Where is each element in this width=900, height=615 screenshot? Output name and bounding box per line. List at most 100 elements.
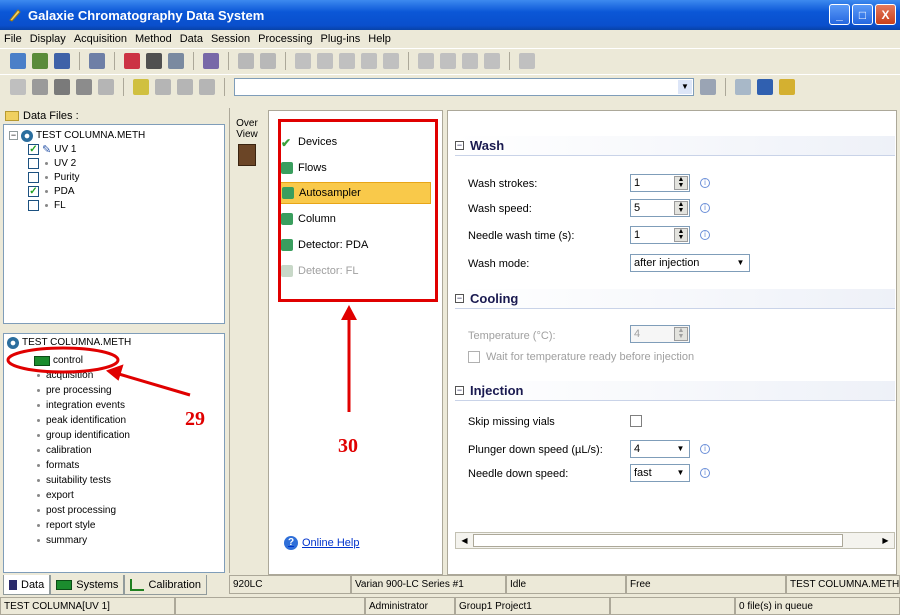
wrench-icon[interactable] xyxy=(757,78,773,95)
instrument-icon[interactable] xyxy=(238,144,256,166)
chart-icon[interactable] xyxy=(98,78,114,95)
method-item-control[interactable]: control xyxy=(34,354,83,367)
method-item[interactable]: integration events xyxy=(34,399,125,412)
tree-item-pda[interactable]: ✓ PDA xyxy=(28,185,75,198)
maximize-button[interactable]: □ xyxy=(852,4,873,25)
checkbox-checked[interactable]: ✓ xyxy=(28,144,39,155)
info-icon[interactable]: i xyxy=(700,178,710,188)
method-item[interactable]: peak identification xyxy=(34,414,126,427)
split-icon[interactable] xyxy=(361,52,377,69)
checkbox[interactable] xyxy=(28,200,39,211)
grid-icon[interactable] xyxy=(199,78,215,95)
integration-settings-icon[interactable] xyxy=(260,52,276,69)
tree-item-fl[interactable]: FL xyxy=(28,199,66,212)
undo-icon[interactable] xyxy=(519,52,535,69)
menu-plugins[interactable]: Plug-ins xyxy=(321,33,361,45)
overview-label[interactable]: Over View xyxy=(230,118,264,140)
graph-icon[interactable] xyxy=(177,78,193,95)
wash-strokes-spinner[interactable]: 1 ▲ ▼ xyxy=(630,174,690,192)
collapse-icon[interactable]: − xyxy=(9,131,18,140)
temperature-spinner[interactable]: 4 ▲ ▼ xyxy=(630,325,690,343)
scroll-left-icon[interactable]: ◀ xyxy=(457,534,472,547)
method-item[interactable]: group identification xyxy=(34,429,130,442)
bars-icon[interactable] xyxy=(133,78,149,95)
tree-item-uv2[interactable]: UV 2 xyxy=(28,157,76,170)
tree-item-purity[interactable]: Purity xyxy=(28,171,80,184)
spinner-arrows-icon[interactable]: ▲ ▼ xyxy=(674,228,688,242)
plugin-icon[interactable] xyxy=(779,78,795,95)
spinner-arrows-icon[interactable]: ▲ ▼ xyxy=(674,201,688,215)
menu-processing[interactable]: Processing xyxy=(258,33,312,45)
tab-calibration[interactable]: Calibration xyxy=(124,575,208,595)
method-item[interactable]: post processing xyxy=(34,504,116,517)
print-icon[interactable] xyxy=(146,52,162,69)
info-icon[interactable]: i xyxy=(700,230,710,240)
method-item[interactable]: report style xyxy=(34,519,95,532)
section-header-injection[interactable]: − Injection xyxy=(455,381,895,401)
open-icon[interactable] xyxy=(32,52,48,69)
cursor-mark-icon[interactable] xyxy=(462,52,478,69)
wash-mode-select[interactable]: after injection ▼ xyxy=(630,254,750,272)
collapse-icon[interactable]: − xyxy=(455,141,464,150)
menu-display[interactable]: Display xyxy=(30,33,66,45)
integration-icon[interactable] xyxy=(238,52,254,69)
online-help-link[interactable]: ? Online Help xyxy=(284,536,359,550)
wash-speed-spinner[interactable]: 5 ▲ ▼ xyxy=(630,199,690,217)
menu-data[interactable]: Data xyxy=(180,33,203,45)
method-item[interactable]: pre processing xyxy=(34,384,112,397)
method-item[interactable]: calibration xyxy=(34,444,92,457)
tree-root[interactable]: − TEST COLUMNA.METH xyxy=(9,129,145,142)
spinner-arrows-icon[interactable]: ▲ ▼ xyxy=(674,327,688,341)
section-header-wash[interactable]: − Wash xyxy=(455,136,895,156)
skip-missing-vials-checkbox[interactable] xyxy=(630,415,642,427)
minimize-button[interactable]: _ xyxy=(829,4,850,25)
tree-item-uv1[interactable]: ✓ ✎ UV 1 xyxy=(28,143,76,156)
needle-down-speed-select[interactable]: fast ▼ xyxy=(630,464,690,482)
tab-systems[interactable]: Systems xyxy=(50,575,125,595)
print-preview-icon[interactable] xyxy=(168,52,184,69)
pointer-icon[interactable] xyxy=(418,52,434,69)
tools-icon[interactable] xyxy=(735,78,751,95)
menu-file[interactable]: File xyxy=(4,33,22,45)
checkbox[interactable] xyxy=(28,158,39,169)
baseline-icon[interactable] xyxy=(339,52,355,69)
properties-icon[interactable] xyxy=(700,78,716,95)
menu-method[interactable]: Method xyxy=(135,33,172,45)
overlay-icon[interactable] xyxy=(10,78,26,95)
checkbox-checked[interactable]: ✓ xyxy=(28,186,39,197)
method-icon[interactable] xyxy=(89,52,105,69)
method-root[interactable]: TEST COLUMNA.METH xyxy=(7,336,131,349)
plunger-speed-select[interactable]: 4 ▼ xyxy=(630,440,690,458)
wait-temperature-checkbox[interactable] xyxy=(468,351,480,363)
method-item[interactable]: acquisition xyxy=(34,369,93,382)
method-item[interactable]: suitability tests xyxy=(34,474,111,487)
info-icon[interactable]: i xyxy=(700,203,710,213)
menu-help[interactable]: Help xyxy=(368,33,391,45)
menu-acquisition[interactable]: Acquisition xyxy=(74,33,127,45)
checkbox[interactable] xyxy=(28,172,39,183)
cursor-delete-icon[interactable] xyxy=(484,52,500,69)
find-icon[interactable] xyxy=(76,78,92,95)
needle-wash-time-spinner[interactable]: 1 ▲ ▼ xyxy=(630,226,690,244)
spinner-arrows-icon[interactable]: ▲ ▼ xyxy=(674,176,688,190)
tab-data[interactable]: Data xyxy=(3,575,51,595)
info-icon[interactable]: i xyxy=(700,468,710,478)
new-sequence-icon[interactable] xyxy=(10,52,26,69)
section-header-cooling[interactable]: − Cooling xyxy=(455,289,895,309)
pen-icon[interactable] xyxy=(203,52,219,69)
calculator-icon[interactable] xyxy=(54,78,70,95)
report-icon[interactable] xyxy=(124,52,140,69)
menu-session[interactable]: Session xyxy=(211,33,250,45)
close-button[interactable]: X xyxy=(875,4,896,25)
method-item[interactable]: formats xyxy=(34,459,79,472)
info-icon[interactable]: i xyxy=(700,444,710,454)
method-item[interactable]: summary xyxy=(34,534,87,547)
zoom-icon[interactable] xyxy=(295,52,311,69)
copy-icon[interactable] xyxy=(32,78,48,95)
toolbar-combo[interactable]: ▼ xyxy=(234,77,694,96)
collapse-icon[interactable]: − xyxy=(455,386,464,395)
trace-icon[interactable] xyxy=(155,78,171,95)
collapse-icon[interactable]: − xyxy=(455,294,464,303)
scroll-thumb[interactable] xyxy=(473,534,843,547)
peak-icon[interactable] xyxy=(317,52,333,69)
